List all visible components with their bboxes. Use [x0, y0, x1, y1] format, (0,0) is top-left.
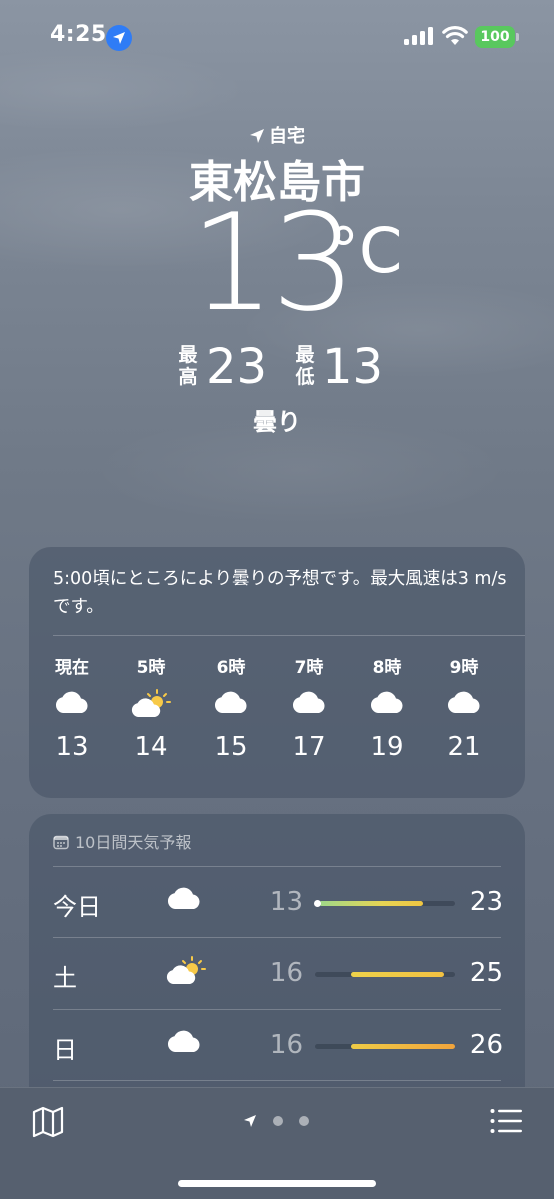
hourly-item: 6時 15	[191, 653, 271, 767]
ten-day-header: 10日間天気予報	[53, 829, 191, 853]
bottom-toolbar	[0, 1087, 554, 1199]
low-label-char: 最	[295, 344, 315, 366]
temperature-range-bar	[314, 900, 455, 907]
hourly-scroll[interactable]: 現在 13 5時 14 6時 15 7時 17 8時 19 9時 21 1	[29, 653, 525, 788]
home-location-label: 自宅	[0, 122, 554, 148]
divider	[53, 635, 525, 636]
hour-label: 6時	[216, 658, 246, 678]
low-label: 最低	[294, 344, 316, 388]
high-temperature: 23	[469, 887, 503, 917]
cloud-icon	[269, 679, 349, 723]
day-label: 日	[53, 1036, 77, 1064]
temperature-range-fill	[351, 1044, 455, 1049]
battery-indicator: 100	[475, 26, 519, 48]
high-temperature: 26	[469, 1030, 503, 1060]
wifi-icon	[442, 26, 468, 45]
cloud-icon	[191, 679, 271, 723]
page-indicator[interactable]	[243, 1114, 313, 1128]
temperature-range-fill	[319, 901, 423, 906]
map-icon[interactable]	[31, 1105, 65, 1139]
page-dot	[273, 1116, 283, 1126]
home-indicator	[178, 1180, 376, 1187]
hourly-item: 9時 21	[424, 653, 504, 767]
hour-temperature: 15	[214, 732, 248, 762]
temperature-unit: °C	[328, 214, 403, 287]
day-label: 今日	[53, 893, 101, 921]
home-label-text: 自宅	[269, 126, 305, 147]
cloud-icon	[347, 679, 427, 723]
hour-label: 1	[494, 653, 525, 679]
hour-label: 5時	[136, 658, 166, 678]
temperature-range-bar	[315, 972, 455, 977]
high-low-row: 最高 23 最低 13	[0, 342, 554, 392]
hour-temperature: 14	[134, 732, 168, 762]
cloud-icon	[165, 885, 203, 915]
partly-sunny-icon	[165, 956, 207, 990]
high-temperature: 25	[469, 958, 503, 988]
current-condition: 曇り	[253, 408, 301, 436]
page-dot	[299, 1116, 309, 1126]
cloud-icon	[424, 679, 504, 723]
daily-row[interactable]: 土 16 25	[29, 938, 525, 1008]
location-page-icon	[244, 1115, 256, 1127]
hourly-forecast-card[interactable]: 5:00頃にところにより曇りの予想です。最大風速は3 m/sです。 現在 13 5時…	[29, 547, 525, 798]
cloud-icon	[32, 679, 112, 723]
ten-day-title: 10日間天気予報	[75, 833, 192, 852]
list-icon[interactable]	[490, 1108, 522, 1134]
current-temp-dot	[314, 900, 321, 907]
high-label-char: 高	[178, 366, 198, 388]
day-label: 土	[53, 964, 77, 992]
row-divider	[53, 1080, 501, 1081]
high-label-char: 最	[178, 344, 198, 366]
ten-day-forecast-card[interactable]: 10日間天気予報 今日 13 23 土 16 25 日 16 26	[29, 814, 525, 1114]
hour-label: 8時	[372, 658, 402, 678]
status-bar: 4:25 100	[0, 0, 554, 74]
low-temperature: 16	[269, 1030, 303, 1060]
hour-temperature: 17	[292, 732, 326, 762]
hourly-item: 現在 13	[32, 653, 112, 767]
temperature-range-bar	[315, 1044, 455, 1049]
temperature-range-fill	[351, 972, 445, 977]
location-arrow-icon	[106, 25, 132, 51]
forecast-summary: 5:00頃にところにより曇りの予想です。最大風速は3 m/sです。	[53, 569, 507, 617]
high-temperature: 23	[206, 339, 268, 395]
hour-temperature: 13	[55, 732, 89, 762]
hour-label: 7時	[294, 658, 324, 678]
low-temperature: 13	[269, 887, 303, 917]
low-label-char: 低	[295, 366, 315, 388]
hour-temperature: 21	[447, 732, 481, 762]
calendar-icon	[53, 835, 69, 850]
hour-label: 現在	[55, 658, 89, 678]
location-arrow-icon	[250, 129, 264, 143]
hour-temperature: 19	[370, 732, 404, 762]
daily-row[interactable]: 日 16 26	[29, 1010, 525, 1080]
low-temperature: 16	[269, 958, 303, 988]
hour-label: 9時	[449, 658, 479, 678]
hourly-item: 5時 14	[111, 653, 191, 767]
cellular-signal-icon	[404, 27, 434, 45]
hourly-item: 1	[494, 653, 525, 727]
high-label: 最高	[177, 344, 199, 388]
weather-icon	[494, 679, 525, 723]
status-time: 4:25	[50, 22, 107, 47]
daily-row[interactable]: 今日 13 23	[29, 867, 525, 937]
partly-sunny-icon	[111, 679, 191, 723]
low-temperature: 13	[322, 339, 384, 395]
hourly-item: 8時 19	[347, 653, 427, 767]
cloud-icon	[165, 1028, 203, 1058]
hourly-item: 7時 17	[269, 653, 349, 767]
